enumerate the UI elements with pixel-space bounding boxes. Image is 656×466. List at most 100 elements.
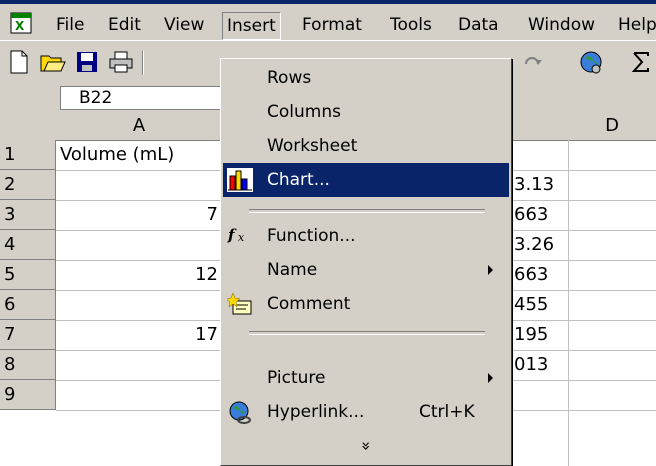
menu-edit[interactable]: Edit (104, 12, 145, 38)
menu-insert[interactable]: Insert (222, 12, 281, 40)
row-header-6[interactable]: 6 (0, 290, 56, 320)
row-header-5-label: 5 (4, 264, 16, 285)
menu-item-chart[interactable]: Chart... (223, 163, 509, 197)
cell-a3-text: 7 (206, 204, 218, 225)
menu-item-rows[interactable]: Rows (223, 61, 509, 95)
menu-format-label: Format (302, 15, 362, 35)
row-header-1-label: 1 (4, 144, 16, 165)
select-all-corner[interactable] (0, 112, 57, 141)
row-header-3[interactable]: 3 (0, 200, 56, 230)
cell-c5-text: 663 (514, 264, 549, 285)
column-header-a-label: A (132, 115, 146, 136)
row-header-8-label: 8 (4, 354, 16, 375)
cell-c7[interactable]: 195 (514, 320, 566, 350)
menu-item-function[interactable]: fx Function... (223, 219, 509, 253)
cell-a5[interactable]: 12 (56, 260, 218, 290)
menu-window[interactable]: Window (524, 12, 599, 38)
row-header-9-label: 9 (4, 384, 16, 405)
menu-separator (249, 331, 485, 335)
row-header-2[interactable]: 2 (0, 170, 56, 200)
row-header-7[interactable]: 7 (0, 320, 56, 350)
row-header-6-label: 6 (4, 294, 16, 315)
menu-view[interactable]: View (160, 12, 208, 38)
row-header-3-label: 3 (4, 204, 16, 225)
menu-insert-label: Insert (227, 16, 276, 36)
menu-tools[interactable]: Tools (386, 12, 436, 38)
menu-view-label: View (164, 15, 205, 35)
menu-help[interactable]: Help (614, 12, 656, 38)
menu-tools-label: Tools (390, 15, 432, 35)
menu-item-hyperlink-shortcut: Ctrl+K (419, 402, 475, 422)
menu-item-worksheet-label: Worksheet (267, 136, 358, 156)
menu-item-function-label: Function... (267, 226, 356, 246)
new-document-icon[interactable] (4, 47, 34, 77)
menu-item-hyperlink-label: Hyperlink... (267, 402, 365, 422)
menu-item-name[interactable]: Name (223, 253, 509, 287)
menu-data[interactable]: Data (454, 12, 503, 38)
menu-data-label: Data (458, 15, 499, 35)
toolbar-separator (142, 51, 144, 75)
menu-item-picture[interactable]: Picture (223, 361, 509, 395)
menu-item-worksheet[interactable]: Worksheet (223, 129, 509, 163)
cell-a5-text: 12 (195, 264, 218, 285)
workbook-icon[interactable]: X (10, 12, 32, 34)
row-header-8[interactable]: 8 (0, 350, 56, 380)
cell-a7[interactable]: 17 (56, 320, 218, 350)
menu-window-label: Window (528, 15, 596, 35)
cell-a1[interactable]: Volume (mL) (60, 140, 220, 170)
insert-menu: Rows Columns Worksheet Chart... fx Funct… (220, 58, 512, 466)
svg-text:X: X (15, 19, 25, 33)
menu-expand-label: » (356, 441, 376, 451)
cell-a7-text: 17 (195, 324, 218, 345)
column-header-d[interactable]: D (568, 112, 656, 141)
cell-c8[interactable]: 013 (514, 350, 566, 380)
column-header-a[interactable]: A (56, 112, 223, 141)
cell-c7-text: 195 (514, 324, 549, 345)
row-header-5[interactable]: 5 (0, 260, 56, 290)
menu-item-rows-label: Rows (267, 68, 312, 88)
cell-c4[interactable]: 3.26 (514, 230, 566, 260)
hyperlink-globe-icon (227, 400, 253, 424)
cell-c5[interactable]: 663 (514, 260, 566, 290)
row-header-9[interactable]: 9 (0, 380, 56, 410)
cell-c2[interactable]: 3.13 (514, 170, 566, 200)
menu-item-picture-label: Picture (267, 368, 326, 388)
column-header-d-label: D (605, 115, 619, 136)
row-header-7-label: 7 (4, 324, 16, 345)
print-icon[interactable] (106, 47, 136, 77)
function-fx-icon: fx (227, 224, 253, 248)
web-globe-icon[interactable] (576, 47, 606, 77)
name-box-value: B22 (79, 88, 113, 108)
save-disk-icon[interactable] (72, 47, 102, 77)
menu-file[interactable]: File (52, 12, 88, 38)
menu-format[interactable]: Format (298, 12, 366, 38)
cell-a3[interactable]: 7 (56, 200, 218, 230)
cell-c8-text: 013 (514, 354, 549, 375)
menu-item-columns[interactable]: Columns (223, 95, 509, 129)
redo-icon[interactable] (518, 47, 548, 77)
menu-help-label: Help (618, 15, 656, 35)
cell-c4-text: 3.26 (514, 234, 555, 255)
menu-item-chart-label: Chart... (267, 170, 330, 190)
grid-line (568, 140, 569, 466)
menu-item-comment[interactable]: Comment (223, 287, 509, 321)
row-header-2-label: 2 (4, 174, 16, 195)
menu-item-columns-label: Columns (267, 102, 341, 122)
svg-text:f: f (227, 226, 237, 244)
comment-icon (225, 292, 253, 316)
name-box[interactable]: B22 (60, 86, 244, 110)
menu-item-hyperlink[interactable]: Hyperlink... Ctrl+K (223, 395, 509, 429)
submenu-arrow-icon (488, 265, 493, 275)
chart-icon (227, 168, 253, 192)
autosum-icon[interactable] (626, 47, 656, 77)
cell-c3[interactable]: 663 (514, 200, 566, 230)
cell-c6[interactable]: 455 (514, 290, 566, 320)
menu-bar: X File Edit View Insert Format Tools Dat… (0, 4, 656, 40)
menu-item-name-label: Name (267, 260, 318, 280)
row-header-1[interactable]: 1 (0, 140, 56, 170)
row-header-4[interactable]: 4 (0, 230, 56, 260)
open-folder-icon[interactable] (38, 47, 68, 77)
menu-edit-label: Edit (108, 15, 141, 35)
menu-expand-chevron-icon[interactable]: » (223, 431, 509, 461)
menu-item-comment-label: Comment (267, 294, 351, 314)
